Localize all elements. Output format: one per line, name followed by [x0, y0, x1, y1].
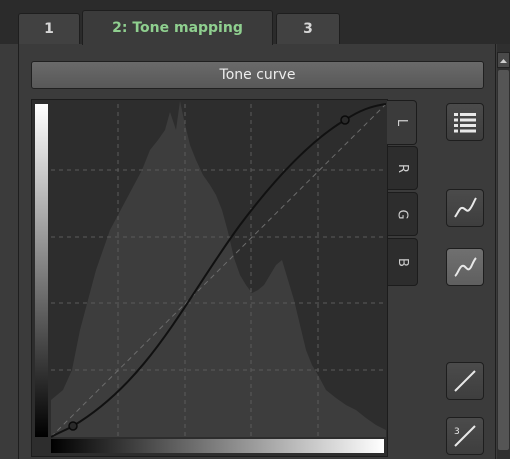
- channel-tab-l[interactable]: L: [387, 100, 417, 145]
- channel-tab-l-label: L: [394, 118, 409, 127]
- linear-icon: [454, 370, 476, 392]
- histogram: [51, 101, 386, 437]
- cubic-linear-button[interactable]: 3: [446, 417, 484, 455]
- control-point-high[interactable]: [340, 115, 350, 125]
- cubic-linear-icon: 3: [454, 425, 476, 447]
- curve-graph[interactable]: [0, 0, 510, 459]
- channel-tab-b[interactable]: B: [388, 238, 418, 286]
- presets-button[interactable]: [446, 103, 484, 141]
- scroll-up-button[interactable]: [497, 52, 510, 68]
- linear-curve-button[interactable]: [446, 362, 484, 400]
- output-gradient-bar: [35, 104, 48, 437]
- channel-tab-g-label: G: [394, 208, 410, 220]
- channel-tab-r[interactable]: R: [388, 146, 418, 190]
- channel-tab-b-label: B: [394, 257, 410, 267]
- list-icon: [454, 113, 476, 133]
- curve-s-icon: [454, 257, 477, 277]
- scrollbar-thumb[interactable]: [498, 70, 509, 450]
- cubic-label: 3: [454, 427, 460, 437]
- smooth-curve-button[interactable]: [446, 189, 484, 227]
- s-curve-button[interactable]: [446, 248, 484, 286]
- curve-smooth-icon: [454, 197, 477, 218]
- chevron-up-icon: [500, 59, 507, 63]
- channel-tab-g[interactable]: G: [388, 192, 418, 236]
- control-point-low[interactable]: [68, 421, 78, 431]
- input-gradient-bar: [51, 439, 384, 453]
- channel-tab-r-label: R: [394, 163, 410, 173]
